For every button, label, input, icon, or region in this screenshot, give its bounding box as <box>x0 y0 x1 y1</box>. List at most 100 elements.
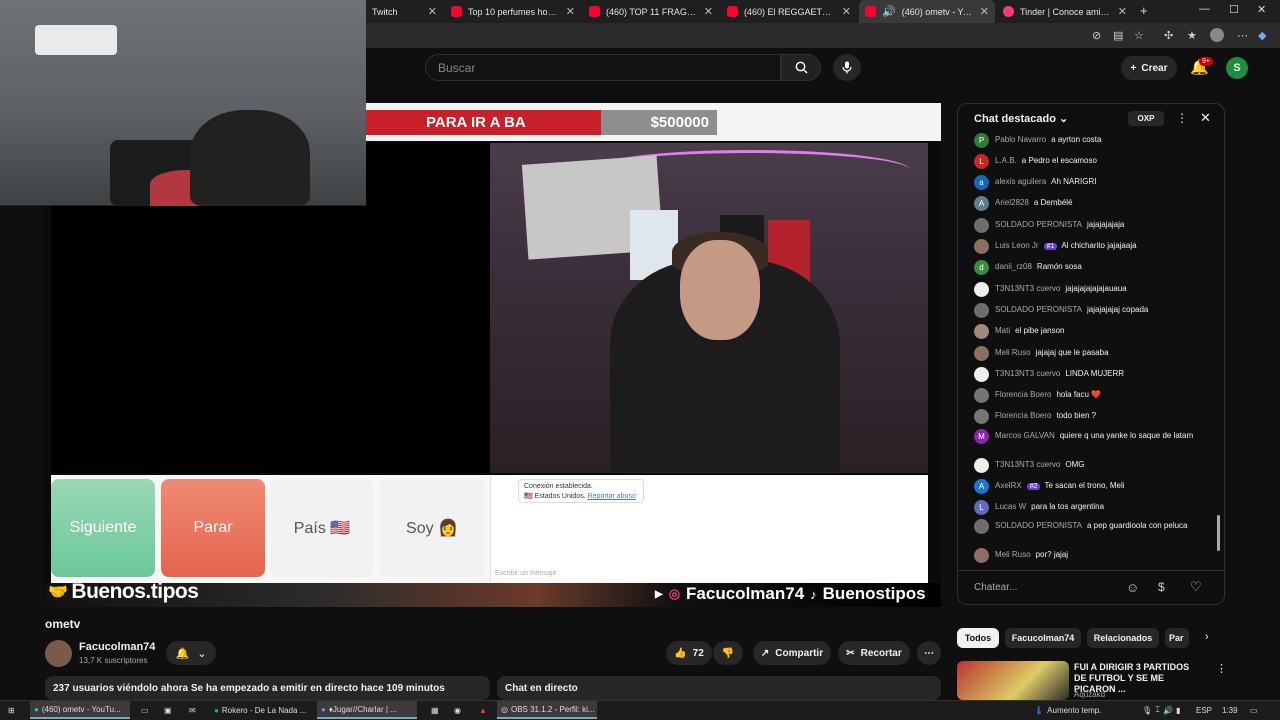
channel-avatar[interactable] <box>45 640 72 667</box>
chat-message[interactable]: SOLDADO PERONISTA a pep guardioola con pe… <box>974 519 1199 534</box>
system-tray[interactable]: 🎙 ⌶ 🔊 ▮ <box>1138 701 1194 719</box>
live-chat-toggle[interactable]: Chat en directo <box>497 676 941 700</box>
weather-widget[interactable]: 🌡 Aumento temp. <box>1030 701 1120 719</box>
taskbar-item-discord[interactable]: ● ♦Jugar//Charlar | ... <box>317 701 417 719</box>
xp-badge[interactable]: OXP <box>1128 111 1164 126</box>
chat-avatar[interactable] <box>974 346 989 361</box>
chat-author[interactable]: Florencia Boero <box>995 390 1051 399</box>
clock[interactable]: 1:39 <box>1218 701 1242 719</box>
subscription-bell-button[interactable]: 🔔 ⌄ <box>166 641 216 665</box>
chat-author[interactable]: T3N13NT3 cuervo <box>995 369 1060 378</box>
copilot-icon[interactable]: ◆ <box>1258 29 1266 42</box>
steam-icon[interactable]: ◉ <box>450 701 466 719</box>
chat-avatar[interactable]: L <box>974 154 989 169</box>
notification-center-icon[interactable]: ▭ <box>1246 701 1262 719</box>
chat-avatar[interactable] <box>974 218 989 233</box>
super-chat-icon[interactable]: $ <box>1158 580 1165 594</box>
chat-author[interactable]: T3N13NT3 cuervo <box>995 460 1060 469</box>
chat-author[interactable]: Luis Leon Jr <box>995 241 1039 250</box>
chat-avatar[interactable] <box>974 324 989 339</box>
puzzle-icon[interactable]: ✣ <box>1164 29 1173 42</box>
emoji-icon[interactable]: ☺ <box>1126 580 1139 595</box>
tab-close-icon[interactable]: ✕ <box>842 5 851 18</box>
tab-close-icon[interactable]: ✕ <box>704 5 713 18</box>
windows-start-icon[interactable]: ⊞ <box>4 701 20 719</box>
chat-message[interactable]: P Pablo Navarro a ayrton costa <box>974 133 1199 148</box>
chat-message[interactable]: SOLDADO PERONISTA jajajajajaja <box>974 218 1199 233</box>
chat-message[interactable]: Luis Leon Jr #1 Al chicharito jajajaaja <box>974 239 1199 254</box>
chat-message[interactable]: SOLDADO PERONISTA jajajajajaj copada <box>974 303 1199 318</box>
tab-close-icon[interactable]: ✕ <box>1118 5 1127 18</box>
chip-all[interactable]: Todos <box>957 628 999 648</box>
chat-author[interactable]: T3N13NT3 cuervo <box>995 284 1060 293</box>
store-icon[interactable]: ▣ <box>160 701 176 719</box>
chat-message[interactable]: d danii_rz08 Ramón sosa <box>974 260 1199 275</box>
mail-icon[interactable]: ✉ <box>185 701 201 719</box>
chat-author[interactable]: Meli Ruso <box>995 348 1031 357</box>
search-button[interactable] <box>781 54 821 81</box>
new-tab-button[interactable]: + <box>1140 3 1148 18</box>
favorites-icon[interactable]: ★ <box>1187 29 1197 42</box>
taskbar-item-edge[interactable]: ● (460) ometv - YouTu... <box>30 701 130 719</box>
country-button[interactable]: País 🇺🇸 <box>270 479 374 577</box>
account-avatar[interactable]: S <box>1226 57 1248 79</box>
tab-perfumes[interactable]: Top 10 perfumes hombre v ✕ <box>445 0 581 23</box>
taskbar-item-obs[interactable]: ◎ OBS 31.1.2 - Perfil: ki... <box>497 701 597 719</box>
chat-menu-icon[interactable]: ⋮ <box>1176 111 1188 125</box>
voice-search-button[interactable] <box>833 54 861 81</box>
close-chat-icon[interactable]: ✕ <box>1200 110 1211 126</box>
clip-button[interactable]: ✂ Recortar <box>838 641 910 665</box>
share-button[interactable]: ↗ Compartir <box>753 641 831 665</box>
chat-message[interactable]: T3N13NT3 cuervo LINDA MUJERR <box>974 367 1199 382</box>
chat-scrollbar[interactable] <box>1217 515 1220 551</box>
chat-author[interactable]: Pablo Navarro <box>995 135 1046 144</box>
create-button[interactable]: + Crear <box>1121 56 1177 80</box>
chat-avatar[interactable] <box>974 519 989 534</box>
chat-message[interactable]: A AxelRX #2 Te sacan el trono, Meli <box>974 479 1199 494</box>
chat-message[interactable]: T3N13NT3 cuervo OMG <box>974 458 1199 473</box>
chat-mode-dropdown[interactable]: Chat destacado ⌄ <box>974 112 1068 125</box>
chip-channel[interactable]: Facucolman74 <box>1005 628 1081 648</box>
related-video-thumbnail[interactable] <box>957 661 1069 700</box>
speaker-icon[interactable]: 🔊 <box>882 5 896 18</box>
file-explorer-icon[interactable]: ▭ <box>137 701 153 719</box>
chat-message[interactable]: T3N13NT3 cuervo jajajajajajajauaua <box>974 282 1199 297</box>
chat-message[interactable]: Florencia Boero todo bien ? <box>974 409 1199 424</box>
more-actions-button[interactable]: ⋯ <box>917 641 941 665</box>
chat-avatar[interactable]: L <box>974 500 989 515</box>
tab-reggaeton[interactable]: (460) El REGGAETON de la ✕ <box>721 0 857 23</box>
chat-avatar[interactable] <box>974 282 989 297</box>
chat-avatar[interactable]: P <box>974 133 989 148</box>
chat-author[interactable]: Florencia Boero <box>995 411 1051 420</box>
star-icon[interactable]: ☆ <box>1134 29 1144 42</box>
menu-icon[interactable]: ⋯ <box>1237 29 1248 42</box>
chat-author[interactable]: SOLDADO PERONISTA <box>995 521 1082 530</box>
related-menu-icon[interactable]: ⋮ <box>1216 662 1227 675</box>
extension-icon[interactable]: ⊘ <box>1092 29 1101 42</box>
chat-author[interactable]: Mati <box>995 326 1010 335</box>
chat-avatar[interactable]: A <box>974 196 989 211</box>
profile-icon[interactable] <box>1210 28 1224 42</box>
chat-author[interactable]: SOLDADO PERONISTA <box>995 305 1082 314</box>
tab-ometv[interactable]: 🔊 (460) ometv - YouTube ✕ <box>859 0 995 23</box>
chat-avatar[interactable]: A <box>974 479 989 494</box>
chip-more[interactable]: Par <box>1165 628 1189 648</box>
calculator-icon[interactable]: ▦ <box>427 701 443 719</box>
minimize-button[interactable]: — <box>1199 3 1210 15</box>
chat-avatar[interactable] <box>974 548 989 563</box>
chat-message[interactable]: Meli Ruso por? jajaj <box>974 548 1199 563</box>
gender-button[interactable]: Soy 👩 <box>380 479 484 577</box>
tab-close-icon[interactable]: ✕ <box>428 5 437 18</box>
chat-avatar[interactable] <box>974 409 989 424</box>
chat-message[interactable]: L Lucas W para la tos argentina <box>974 500 1199 515</box>
reader-icon[interactable]: ▤ <box>1113 29 1123 42</box>
heart-icon[interactable]: ♡ <box>1190 579 1202 595</box>
chat-message[interactable]: Mati el pibe janson <box>974 324 1199 339</box>
chat-avatar[interactable] <box>974 367 989 382</box>
report-abuse-link[interactable]: Reportar abuso <box>588 493 636 500</box>
chat-author[interactable]: AxelRX <box>995 481 1022 490</box>
dislike-button[interactable]: 👎 <box>713 641 743 665</box>
tab-close-icon[interactable]: ✕ <box>566 5 575 18</box>
tab-tinder[interactable]: Tinder | Conoce amigos y g ✕ <box>997 0 1133 23</box>
ometv-message-input[interactable]: Escribir un mensaje <box>495 570 556 577</box>
